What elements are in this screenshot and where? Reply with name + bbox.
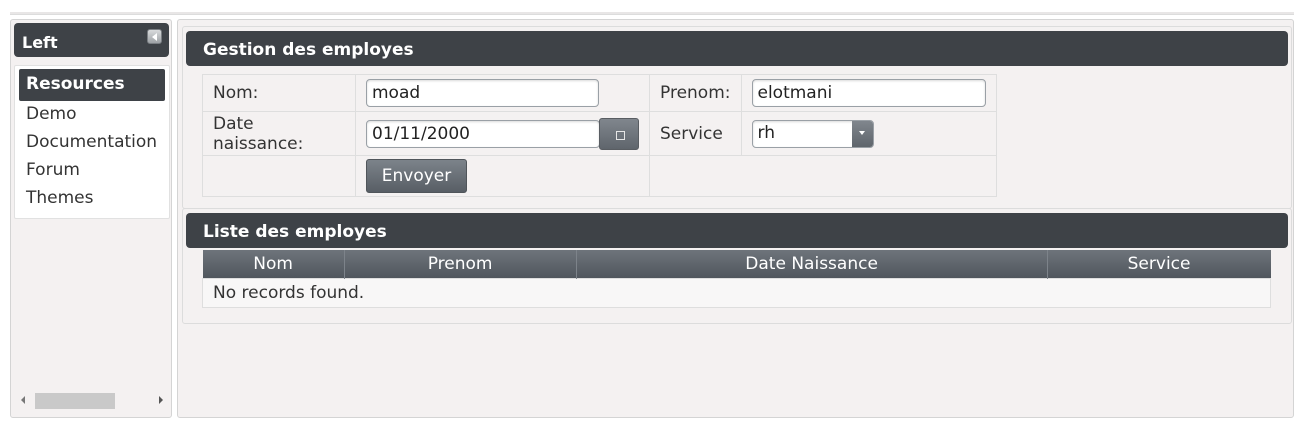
column-header-prenom[interactable]: Prenom: [343, 250, 577, 278]
menu-item-demo[interactable]: Demo: [19, 101, 165, 129]
service-selected-value: rh: [757, 122, 775, 143]
nom-input[interactable]: [366, 79, 599, 107]
table-row: No records found.: [202, 277, 1271, 308]
prenom-label: Prenom:: [649, 74, 742, 112]
empty-message: No records found.: [202, 277, 1271, 308]
top-divider: [10, 12, 1294, 15]
menu-item-themes[interactable]: Themes: [19, 185, 165, 213]
chevron-down-icon[interactable]: [851, 120, 873, 147]
employee-list-panel: Liste des employes Nom Prenom Date Naiss…: [182, 208, 1292, 324]
date-naissance-label: Date naissance:: [202, 111, 356, 156]
employee-table: Nom Prenom Date Naissance Service No rec…: [202, 250, 1271, 308]
menu-header-resources: Resources: [19, 69, 165, 101]
scroll-left-icon[interactable]: [21, 396, 25, 404]
employee-form: Nom: Prenom: Date naissance: Service rh: [202, 74, 997, 197]
form-panel-title: Gestion des employes: [186, 31, 1288, 66]
left-panel: Left Resources Demo Documentation Forum …: [10, 19, 172, 418]
service-label: Service: [649, 111, 742, 156]
service-select[interactable]: rh: [751, 119, 874, 148]
scrollbar-thumb[interactable]: [35, 393, 115, 409]
left-panel-header: Left: [14, 23, 169, 57]
center-panel: Gestion des employes Nom: Prenom: Date n…: [177, 19, 1294, 418]
left-panel-title: Left: [22, 33, 58, 52]
date-naissance-input[interactable]: [366, 119, 600, 148]
horizontal-scrollbar[interactable]: [21, 392, 163, 409]
list-panel-title: Liste des employes: [186, 213, 1288, 248]
scroll-right-icon[interactable]: [159, 396, 163, 404]
resources-menu: Resources Demo Documentation Forum Theme…: [14, 65, 170, 219]
date-picker: [366, 117, 639, 150]
nom-label: Nom:: [202, 74, 356, 112]
menu-item-documentation[interactable]: Documentation: [19, 129, 165, 157]
calendar-icon[interactable]: [599, 117, 639, 150]
column-header-date-naissance[interactable]: Date Naissance: [575, 250, 1048, 278]
envoyer-button[interactable]: Envoyer: [366, 159, 467, 193]
employee-form-panel: Gestion des employes Nom: Prenom: Date n…: [182, 26, 1292, 209]
menu-item-forum[interactable]: Forum: [19, 157, 165, 185]
column-header-nom[interactable]: Nom: [202, 250, 345, 278]
collapse-left-icon[interactable]: [147, 29, 162, 44]
prenom-input[interactable]: [751, 79, 986, 107]
column-header-service[interactable]: Service: [1046, 250, 1271, 278]
